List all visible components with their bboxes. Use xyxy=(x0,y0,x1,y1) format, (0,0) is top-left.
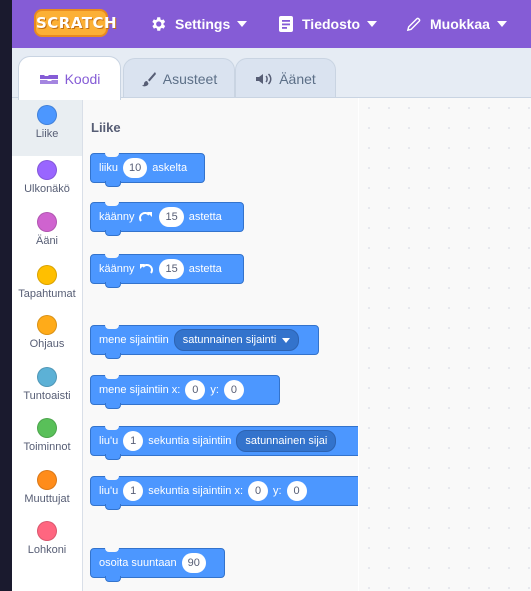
menu-bar: SCRATCH Settings Tiedosto Muokkaa xyxy=(12,0,531,48)
x-input[interactable]: 0 xyxy=(248,481,269,501)
steps-input[interactable]: 10 xyxy=(122,158,148,178)
category-color-dot xyxy=(37,160,57,180)
edit-label: Muokkaa xyxy=(430,16,490,32)
scratch-window: SCRATCH Settings Tiedosto Muokkaa Koodi … xyxy=(12,0,531,591)
palette-section-title: Liike xyxy=(91,120,121,135)
code-editor: Liike Ulkonäkö Ääni Tapahtumat Ohjaus Tu… xyxy=(12,97,531,591)
script-workspace[interactable] xyxy=(359,98,531,591)
pencil-icon xyxy=(406,17,421,31)
category-looks[interactable]: Ulkonäkö xyxy=(12,153,82,211)
target-dropdown[interactable]: satunnainen sijai xyxy=(236,430,337,452)
category-label: Toiminnot xyxy=(23,441,71,453)
category-my-blocks[interactable]: Lohkoni xyxy=(12,514,82,572)
chevron-down-icon xyxy=(367,21,378,27)
degrees-input[interactable]: 15 xyxy=(159,259,184,279)
block-text: mene sijaintiin x: xyxy=(99,384,181,396)
block-text: liu'u xyxy=(99,435,119,447)
y-input[interactable]: 0 xyxy=(223,380,244,400)
category-color-dot xyxy=(37,418,57,438)
block-turn-left[interactable]: käänny 15 astetta xyxy=(90,254,244,288)
category-sound[interactable]: Ääni xyxy=(12,205,82,263)
block-go-to[interactable]: mene sijaintiin satunnainen sijainti xyxy=(90,325,319,359)
block-text: liiku xyxy=(99,162,118,174)
tab-sounds[interactable]: Äänet xyxy=(235,58,336,98)
brush-icon xyxy=(141,71,156,86)
category-variables[interactable]: Muuttujat xyxy=(12,463,82,521)
block-text: askelta xyxy=(152,162,188,174)
chevron-down-icon xyxy=(282,337,291,343)
category-operators[interactable]: Toiminnot xyxy=(12,411,82,469)
settings-label: Settings xyxy=(175,16,231,32)
speaker-icon xyxy=(256,72,272,85)
file-label: Tiedosto xyxy=(302,16,361,32)
file-icon xyxy=(279,16,293,32)
tab-costumes-label: Asusteet xyxy=(162,70,218,87)
block-glide-to[interactable]: liu'u 1 sekuntia sijaintiin satunnainen … xyxy=(90,426,358,460)
block-point-direction[interactable]: osoita suuntaan 90 xyxy=(90,548,225,582)
block-turn-right[interactable]: käänny 15 astetta xyxy=(90,202,244,236)
category-color-dot xyxy=(37,521,57,541)
code-icon xyxy=(39,74,58,84)
category-label: Tuntoaisti xyxy=(23,390,71,402)
category-color-dot xyxy=(37,470,57,490)
x-input[interactable]: 0 xyxy=(185,380,206,400)
block-palette: Liike liiku 10 askelta käänny 15 astetta… xyxy=(83,98,358,591)
chevron-down-icon xyxy=(496,21,507,27)
scratch-logo[interactable]: SCRATCH xyxy=(34,9,117,37)
block-text: sekuntia sijaintiin xyxy=(148,435,232,447)
block-text: y: xyxy=(273,485,282,497)
category-control[interactable]: Ohjaus xyxy=(12,308,82,366)
block-text: käänny xyxy=(99,211,135,223)
tab-sounds-label: Äänet xyxy=(279,70,316,87)
category-label: Tapahtumat xyxy=(18,288,76,300)
y-input[interactable]: 0 xyxy=(286,481,307,501)
block-text: astetta xyxy=(188,263,222,275)
category-label: Ohjaus xyxy=(29,338,65,350)
category-motion[interactable]: Liike xyxy=(12,98,82,156)
seconds-input[interactable]: 1 xyxy=(123,431,144,451)
tab-costumes[interactable]: Asusteet xyxy=(123,58,235,98)
category-color-dot xyxy=(37,212,57,232)
category-label: Liike xyxy=(35,128,59,140)
block-text: astetta xyxy=(188,211,222,223)
block-text: y: xyxy=(210,384,219,396)
block-text: sekuntia sijaintiin x: xyxy=(148,485,244,497)
settings-menu[interactable]: Settings xyxy=(149,0,248,48)
editor-tabs: Koodi Asusteet Äänet xyxy=(12,48,531,100)
block-glide-to-xy[interactable]: liu'u 1 sekuntia sijaintiin x: 0 y: 0 xyxy=(90,476,358,510)
edit-menu[interactable]: Muokkaa xyxy=(405,0,507,48)
gear-icon xyxy=(152,17,166,31)
category-sensing[interactable]: Tuntoaisti xyxy=(12,360,82,418)
file-menu[interactable]: Tiedosto xyxy=(278,0,378,48)
category-label: Lohkoni xyxy=(27,544,67,556)
rotate-left-icon xyxy=(140,264,154,274)
category-color-dot xyxy=(37,315,57,335)
target-dropdown[interactable]: satunnainen sijainti xyxy=(173,329,300,351)
tab-code[interactable]: Koodi xyxy=(18,56,121,100)
chevron-down-icon xyxy=(237,21,248,27)
seconds-input[interactable]: 1 xyxy=(123,481,144,501)
dropdown-value: satunnainen sijai xyxy=(245,435,328,447)
category-label: Muuttujat xyxy=(24,493,70,505)
dropdown-value: satunnainen sijainti xyxy=(182,334,277,346)
block-text: liu'u xyxy=(99,485,119,497)
block-text: käänny xyxy=(99,263,135,275)
category-label: Ulkonäkö xyxy=(24,183,70,195)
degrees-input[interactable]: 15 xyxy=(159,207,184,227)
direction-input[interactable]: 90 xyxy=(181,553,206,573)
category-color-dot xyxy=(37,367,57,387)
rotate-right-icon xyxy=(139,212,153,222)
category-menu: Liike Ulkonäkö Ääni Tapahtumat Ohjaus Tu… xyxy=(12,98,83,591)
category-color-dot xyxy=(37,105,57,125)
category-label: Ääni xyxy=(35,235,59,247)
tab-code-label: Koodi xyxy=(64,70,101,87)
block-text: mene sijaintiin xyxy=(99,334,169,346)
category-color-dot xyxy=(37,265,57,285)
block-go-to-xy[interactable]: mene sijaintiin x: 0 y: 0 xyxy=(90,375,280,409)
block-text: osoita suuntaan xyxy=(99,557,177,569)
block-move-steps[interactable]: liiku 10 askelta xyxy=(90,153,205,187)
